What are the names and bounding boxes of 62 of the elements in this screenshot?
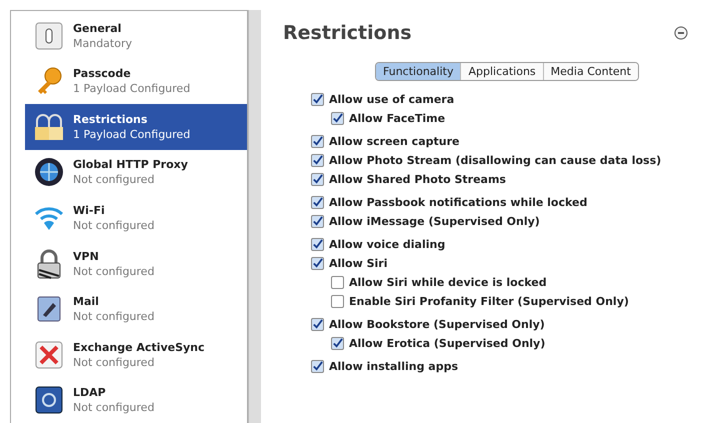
sidebar-item[interactable]: General Mandatory (25, 13, 247, 59)
item-status: Not configured (73, 354, 156, 370)
checkbox[interactable] (311, 173, 324, 186)
checkbox-option[interactable]: Allow Photo Stream (disallowing can cause data loss) (311, 151, 688, 170)
item-title: LDAP (73, 385, 107, 400)
checkbox[interactable] (331, 295, 344, 308)
sidebar-item[interactable]: LDAP Not configured (25, 378, 247, 423)
checkbox-option[interactable]: Enable Siri Profanity Filter (Supervised Only) (331, 292, 688, 311)
checkbox-option[interactable]: Allow screen capture (311, 132, 688, 151)
checkbox[interactable] (311, 93, 324, 106)
checkbox-option[interactable]: Allow Passbook notifications while locked (311, 193, 688, 212)
remove-icon[interactable] (674, 26, 688, 40)
item-status: Not configured (73, 172, 156, 188)
item-title: Passcode (73, 66, 132, 82)
item-status: Not configured (73, 264, 154, 279)
checkbox-option[interactable]: Allow voice dialing (311, 235, 688, 254)
sidebar-item[interactable]: Passcode 1 Payload Configured (25, 58, 247, 104)
item-title: Exchange ActiveSync (73, 340, 205, 355)
checkbox[interactable] (331, 276, 344, 289)
checkbox[interactable] (311, 135, 324, 148)
checkbox-option[interactable]: Allow Siri while device is locked (331, 273, 688, 292)
item-title: VPN (73, 248, 100, 264)
item-status: Mandatory (73, 36, 132, 51)
item-status: 1 Payload Configured (73, 81, 190, 96)
sidebar-item[interactable]: Wi-Fi Not configured (25, 195, 247, 241)
sidebar-item[interactable]: Exchange ActiveSync Not configured (25, 332, 247, 378)
item-status: Not configured (73, 400, 154, 416)
item-title: Wi-Fi (73, 203, 106, 218)
checkbox[interactable] (311, 196, 324, 209)
tab[interactable]: Applications (460, 63, 543, 80)
sidebar-item[interactable]: Mail Not configured (25, 286, 247, 332)
checkbox-option[interactable]: Allow iMessage (Supervised Only) (311, 212, 688, 231)
checkbox[interactable] (311, 257, 324, 270)
sidebar-item[interactable]: VPN Not configured (25, 240, 247, 286)
section-title: Restrictions (283, 22, 412, 44)
checkbox-option[interactable]: Allow Siri (311, 254, 688, 273)
item-status: Not configured (73, 218, 154, 234)
checkbox-option[interactable]: Allow FaceTime (331, 109, 688, 128)
checkbox-option[interactable]: Allow use of camera (311, 90, 688, 109)
checkbox-option[interactable]: Allow installing apps (311, 357, 688, 376)
item-title: Restrictions (73, 112, 148, 127)
checkbox[interactable] (311, 215, 324, 228)
toggle-switch-icon (33, 20, 65, 52)
checkbox[interactable] (311, 360, 324, 373)
tab[interactable]: Functionality (376, 63, 460, 80)
checkbox-option[interactable]: Allow Erotica (Supervised Only) (331, 334, 688, 353)
checkbox[interactable] (311, 318, 324, 331)
sidebar-item[interactable]: Global HTTP Proxy Not configured (25, 150, 247, 196)
item-title: Global HTTP Proxy (73, 157, 188, 172)
checkbox[interactable] (311, 238, 324, 251)
item-status: Not configured (73, 309, 154, 324)
sidebar-item[interactable]: Restrictions 1 Payload Configured (25, 104, 247, 150)
tab[interactable]: Media Content (542, 63, 638, 80)
checkbox[interactable] (331, 337, 344, 350)
checkbox[interactable] (311, 154, 324, 167)
globe-icon (33, 156, 65, 188)
checkbox[interactable] (331, 112, 344, 125)
item-status: 1 Payload Configured (73, 126, 190, 142)
checkbox-option[interactable]: Allow Bookstore (Supervised Only) (311, 315, 688, 334)
item-title: Mail (73, 294, 100, 310)
checkbox-option[interactable]: Allow Shared Photo Streams (311, 170, 688, 189)
item-title: General (73, 20, 122, 36)
